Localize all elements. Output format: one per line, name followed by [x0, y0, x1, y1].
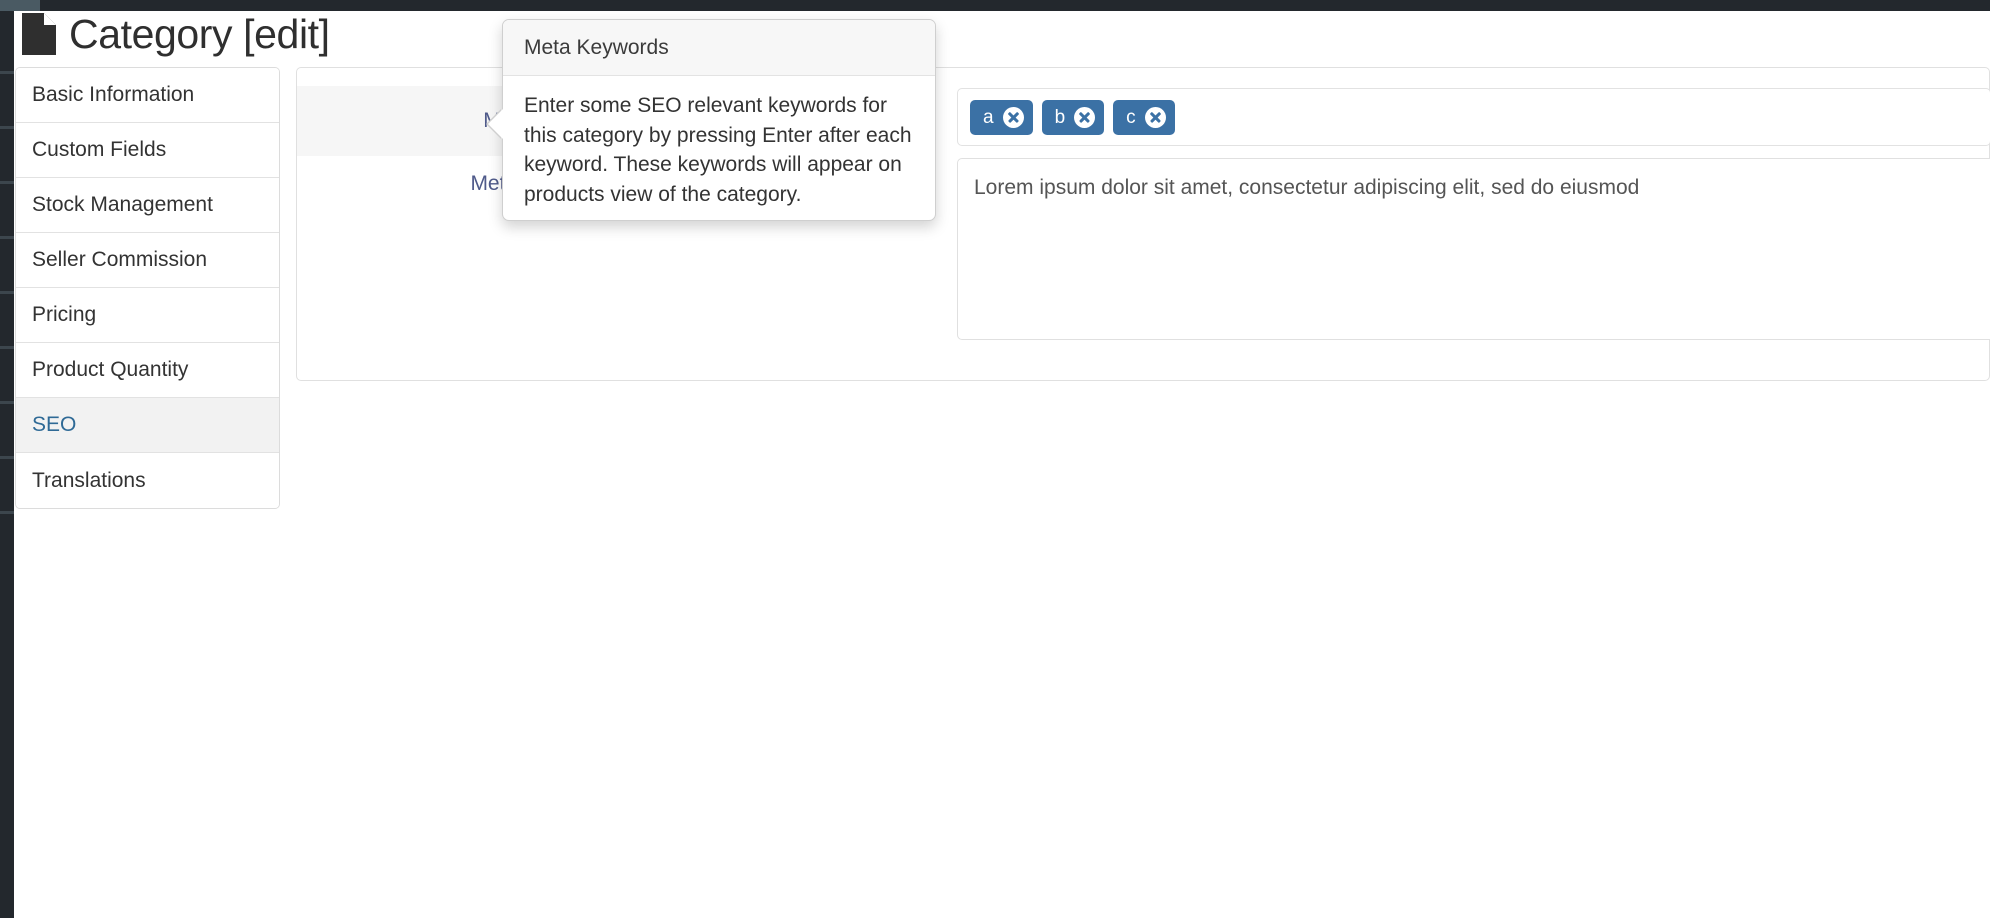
rail-notch [0, 456, 14, 459]
close-circle-icon[interactable] [1074, 106, 1096, 128]
sidebar-item-seller-commission[interactable]: Seller Commission [16, 233, 279, 288]
rail-notch [0, 236, 14, 239]
top-chrome-bar [0, 0, 1990, 11]
rail-notch [0, 401, 14, 404]
page-header: Category [edit] [22, 12, 330, 56]
popover-body: Enter some SEO relevant keywords for thi… [524, 94, 912, 206]
sidebar-item-label: Stock Management [32, 193, 213, 216]
left-chrome-rail [0, 11, 14, 918]
rail-notch [0, 511, 14, 514]
sidebar-nav: Basic Information Custom Fields Stock Ma… [15, 67, 280, 509]
sidebar-item-label: Pricing [32, 303, 97, 326]
sidebar-item-seo[interactable]: SEO [16, 398, 279, 453]
close-circle-icon[interactable] [1144, 106, 1166, 128]
meta-description-textarea[interactable]: Lorem ipsum dolor sit amet, consectetur … [957, 158, 1990, 340]
meta-keywords-input[interactable]: a b c [957, 88, 1990, 146]
sidebar-item-label: Translations [32, 468, 146, 492]
keyword-tag[interactable]: b [1041, 99, 1105, 135]
sidebar-item-translations[interactable]: Translations [16, 453, 279, 508]
sidebar-item-label: SEO [32, 413, 77, 436]
rail-notch [0, 126, 14, 129]
sidebar-item-stock-management[interactable]: Stock Management [16, 178, 279, 233]
top-chrome-segment [0, 0, 40, 11]
close-circle-icon[interactable] [1002, 106, 1024, 128]
sidebar-item-label: Custom Fields [32, 138, 167, 161]
keyword-tag-label: a [983, 106, 994, 128]
meta-keywords-popover: Meta Keywords Enter some SEO relevant ke… [488, 19, 936, 221]
sidebar-item-basic-information[interactable]: Basic Information [16, 68, 279, 123]
keyword-tag[interactable]: c [1113, 99, 1175, 135]
rail-notch [0, 346, 14, 349]
keyword-tag[interactable]: a [970, 99, 1033, 135]
popover-arrow-icon [488, 109, 503, 139]
rail-notch [0, 291, 14, 294]
page-title: Category [edit] [69, 11, 330, 57]
keyword-tag-label: c [1126, 106, 1136, 128]
sidebar-item-product-quantity[interactable]: Product Quantity [16, 343, 279, 398]
popover-title: Meta Keywords [503, 20, 935, 76]
rail-notch [0, 181, 14, 184]
sidebar-item-pricing[interactable]: Pricing [16, 288, 279, 343]
document-icon [22, 13, 56, 55]
sidebar-item-label: Product Quantity [32, 358, 189, 381]
sidebar-item-custom-fields[interactable]: Custom Fields [16, 123, 279, 178]
keyword-tag-label: b [1054, 106, 1066, 128]
rail-notch [0, 71, 14, 74]
sidebar-item-label: Basic Information [32, 83, 195, 106]
sidebar-item-label: Seller Commission [32, 248, 208, 271]
